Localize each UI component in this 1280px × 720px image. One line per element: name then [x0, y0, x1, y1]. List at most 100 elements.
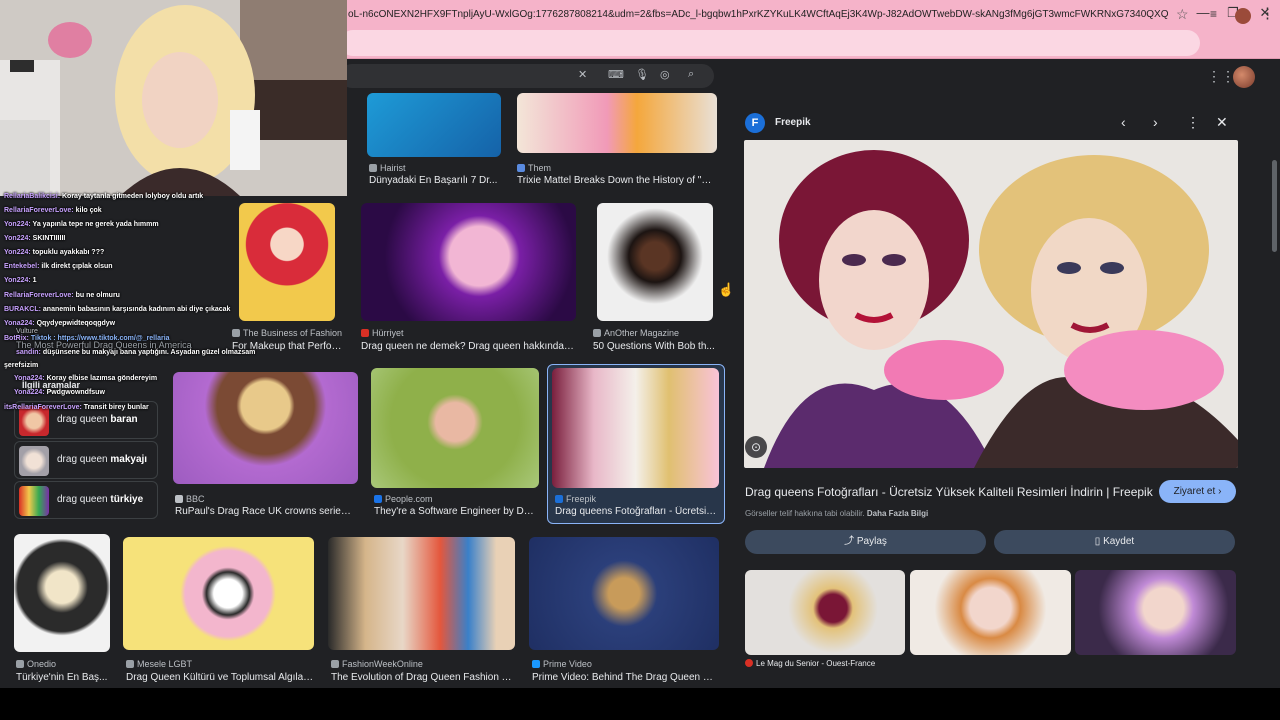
lens-icon[interactable]: ◎	[660, 68, 670, 81]
chat-message: Yon224: Ya yapınla tepe ne gerek yada hı…	[4, 221, 159, 228]
favicon-icon	[361, 329, 369, 337]
chat-message: Yon224: 1	[4, 277, 37, 284]
result-caption[interactable]: RuPaul's Drag Race UK crowns series ...	[175, 506, 355, 517]
result-source[interactable]: The Business of Fashion	[232, 328, 342, 338]
result-image-mesele-lgbt[interactable]	[123, 537, 314, 650]
result-source[interactable]: AnOther Magazine	[593, 328, 679, 338]
result-caption[interactable]: 50 Questions With Bob th...	[593, 341, 715, 352]
related-image[interactable]	[1075, 570, 1236, 655]
result-caption[interactable]: Dünyadaki En Başarılı 7 Dr...	[369, 175, 509, 186]
address-bar[interactable]	[340, 30, 1200, 56]
related-search-makyaji[interactable]: drag queen makyajı	[14, 441, 158, 479]
keyboard-icon[interactable]: ⌨	[608, 68, 624, 81]
result-caption[interactable]: The Evolution of Drag Queen Fashion Tr..…	[331, 672, 515, 683]
google-account-avatar[interactable]	[1233, 66, 1255, 88]
close-panel-icon[interactable]: ✕	[1216, 114, 1228, 131]
favicon-icon	[126, 660, 134, 668]
result-source[interactable]: Freepik	[555, 494, 596, 504]
visit-button[interactable]: Ziyaret et ›	[1159, 480, 1236, 503]
result-caption[interactable]: Drag Queen Kültürü ve Toplumsal Algılar:…	[126, 672, 314, 683]
favicon-icon	[532, 660, 540, 668]
favicon-icon	[369, 164, 377, 172]
clear-search-icon[interactable]: ✕	[578, 68, 587, 81]
favicon-icon	[232, 329, 240, 337]
chat-user: şerefsizim	[4, 362, 39, 369]
chat-user: Entekebel:	[4, 263, 40, 270]
result-source[interactable]: Hairist	[369, 163, 406, 173]
page-scrollbar[interactable]	[1272, 160, 1277, 252]
related-search-turkiye[interactable]: drag queen türkiye	[14, 481, 158, 519]
chat-message: Yon224: SKINTIIIIII	[4, 235, 65, 242]
result-image-onedio[interactable]	[14, 534, 110, 652]
chat-user: The Most Powerful Drag Queens in America	[16, 340, 192, 350]
related-source[interactable]: Le Mag du Senior - Ouest-France	[745, 659, 875, 668]
chat-message: Yon224: topuklu ayakkabı ???	[4, 249, 104, 256]
preview-image[interactable]	[744, 140, 1238, 468]
source-label: Onedio	[27, 659, 57, 669]
result-source[interactable]: Onedio	[16, 659, 56, 669]
result-caption[interactable]: Türkiye'nin En Baş...	[16, 672, 110, 683]
extensions-icon[interactable]: ≡	[1210, 7, 1217, 21]
result-image-freepik[interactable]	[552, 368, 719, 488]
search-input[interactable]	[340, 64, 714, 88]
chat-user: itsRellariaForeverLove:	[4, 404, 82, 411]
related-image[interactable]	[745, 570, 905, 655]
more-info-link[interactable]: Daha Fazla Bilgi	[867, 509, 928, 518]
more-options-icon[interactable]: ⋮	[1186, 114, 1200, 131]
result-source[interactable]: Hürriyet	[361, 328, 404, 338]
chat-text: Koray taytanla gitmeden lolyboy oldu art…	[61, 193, 204, 200]
chat-user: BURAKCL:	[4, 306, 41, 313]
browser-menu-icon[interactable]: ⋮	[1260, 4, 1275, 22]
chat-text: bu ne olmuru	[75, 292, 120, 299]
result-source[interactable]: People.com	[374, 494, 433, 504]
result-source[interactable]: BBC	[175, 494, 205, 504]
panel-source[interactable]: Freepik	[775, 117, 811, 128]
result-caption[interactable]: Drag queens Fotoğrafları - Ücretsiz...	[555, 506, 717, 517]
result-source[interactable]: Prime Video	[532, 659, 592, 669]
visual-search-icon[interactable]: ⊙	[745, 436, 767, 458]
chevron-right-icon: ›	[1218, 486, 1222, 497]
webcam-overlay	[0, 0, 347, 196]
chat-message: BURAKCL: ananemin babasının karşısında k…	[4, 306, 230, 313]
result-image-bbc[interactable]	[173, 372, 358, 484]
result-image-prime-video[interactable]	[529, 537, 719, 650]
result-image-business-of-fashion[interactable]	[239, 203, 335, 321]
source-label: BBC	[186, 494, 205, 504]
result-image-another-magazine[interactable]	[597, 203, 713, 321]
result-caption[interactable]: They're a Software Engineer by Da...	[374, 506, 536, 517]
previous-icon[interactable]: ‹	[1121, 114, 1126, 130]
save-button[interactable]: ▯ Kaydet	[994, 530, 1235, 554]
search-icon[interactable]: ⌕	[688, 68, 694, 81]
chat-text: SKINTIIIIII	[32, 235, 66, 242]
panel-title[interactable]: Drag queens Fotoğrafları - Ücretsiz Yüks…	[745, 485, 1155, 499]
chat-text: Ya yapınla tepe ne gerek yada hımmm	[32, 221, 159, 228]
result-image-hurriyet[interactable]	[361, 203, 576, 321]
result-caption[interactable]: Trixie Mattel Breaks Down the History of…	[517, 175, 717, 186]
result-image-hairist[interactable]	[367, 93, 501, 157]
visit-label: Ziyaret et	[1173, 486, 1216, 497]
microphone-icon[interactable]: 🎙	[635, 68, 649, 81]
url-text[interactable]: oL-n6cONEXN2HFX9FTnpljAyU-WxlGOg:1776287…	[348, 9, 1168, 20]
prefix: drag queen	[57, 414, 111, 425]
result-source[interactable]: FashionWeekOnline	[331, 659, 423, 669]
chat-text: Pwdgwowndfsuw	[46, 389, 105, 396]
chat-user: Yon224:	[4, 221, 31, 228]
source-label: Prime Video	[543, 659, 592, 669]
google-apps-icon[interactable]: ⋮⋮	[1207, 68, 1235, 85]
term: türkiye	[110, 494, 144, 505]
next-icon[interactable]: ›	[1153, 114, 1158, 130]
related-thumb	[19, 446, 49, 476]
chat-user: Vulture	[16, 328, 38, 335]
share-button[interactable]: ⤴ Paylaş	[745, 530, 986, 554]
result-caption[interactable]: Prime Video: Behind The Drag Queen of ..…	[532, 672, 718, 683]
result-source[interactable]: Them	[517, 163, 551, 173]
result-caption[interactable]: Drag queen ne demek? Drag queen hakkında…	[361, 341, 575, 352]
bookmark-star-icon[interactable]: ☆	[1176, 6, 1189, 23]
related-image[interactable]	[910, 570, 1071, 655]
browser-profile-avatar[interactable]	[1235, 8, 1251, 24]
result-image-fashionweekonline[interactable]	[328, 537, 515, 650]
result-image-people[interactable]	[371, 368, 539, 488]
chat-text: Qqydyepwidteqoqgdyw	[36, 320, 116, 327]
result-source[interactable]: Mesele LGBT	[126, 659, 192, 669]
result-image-them[interactable]	[517, 93, 717, 153]
